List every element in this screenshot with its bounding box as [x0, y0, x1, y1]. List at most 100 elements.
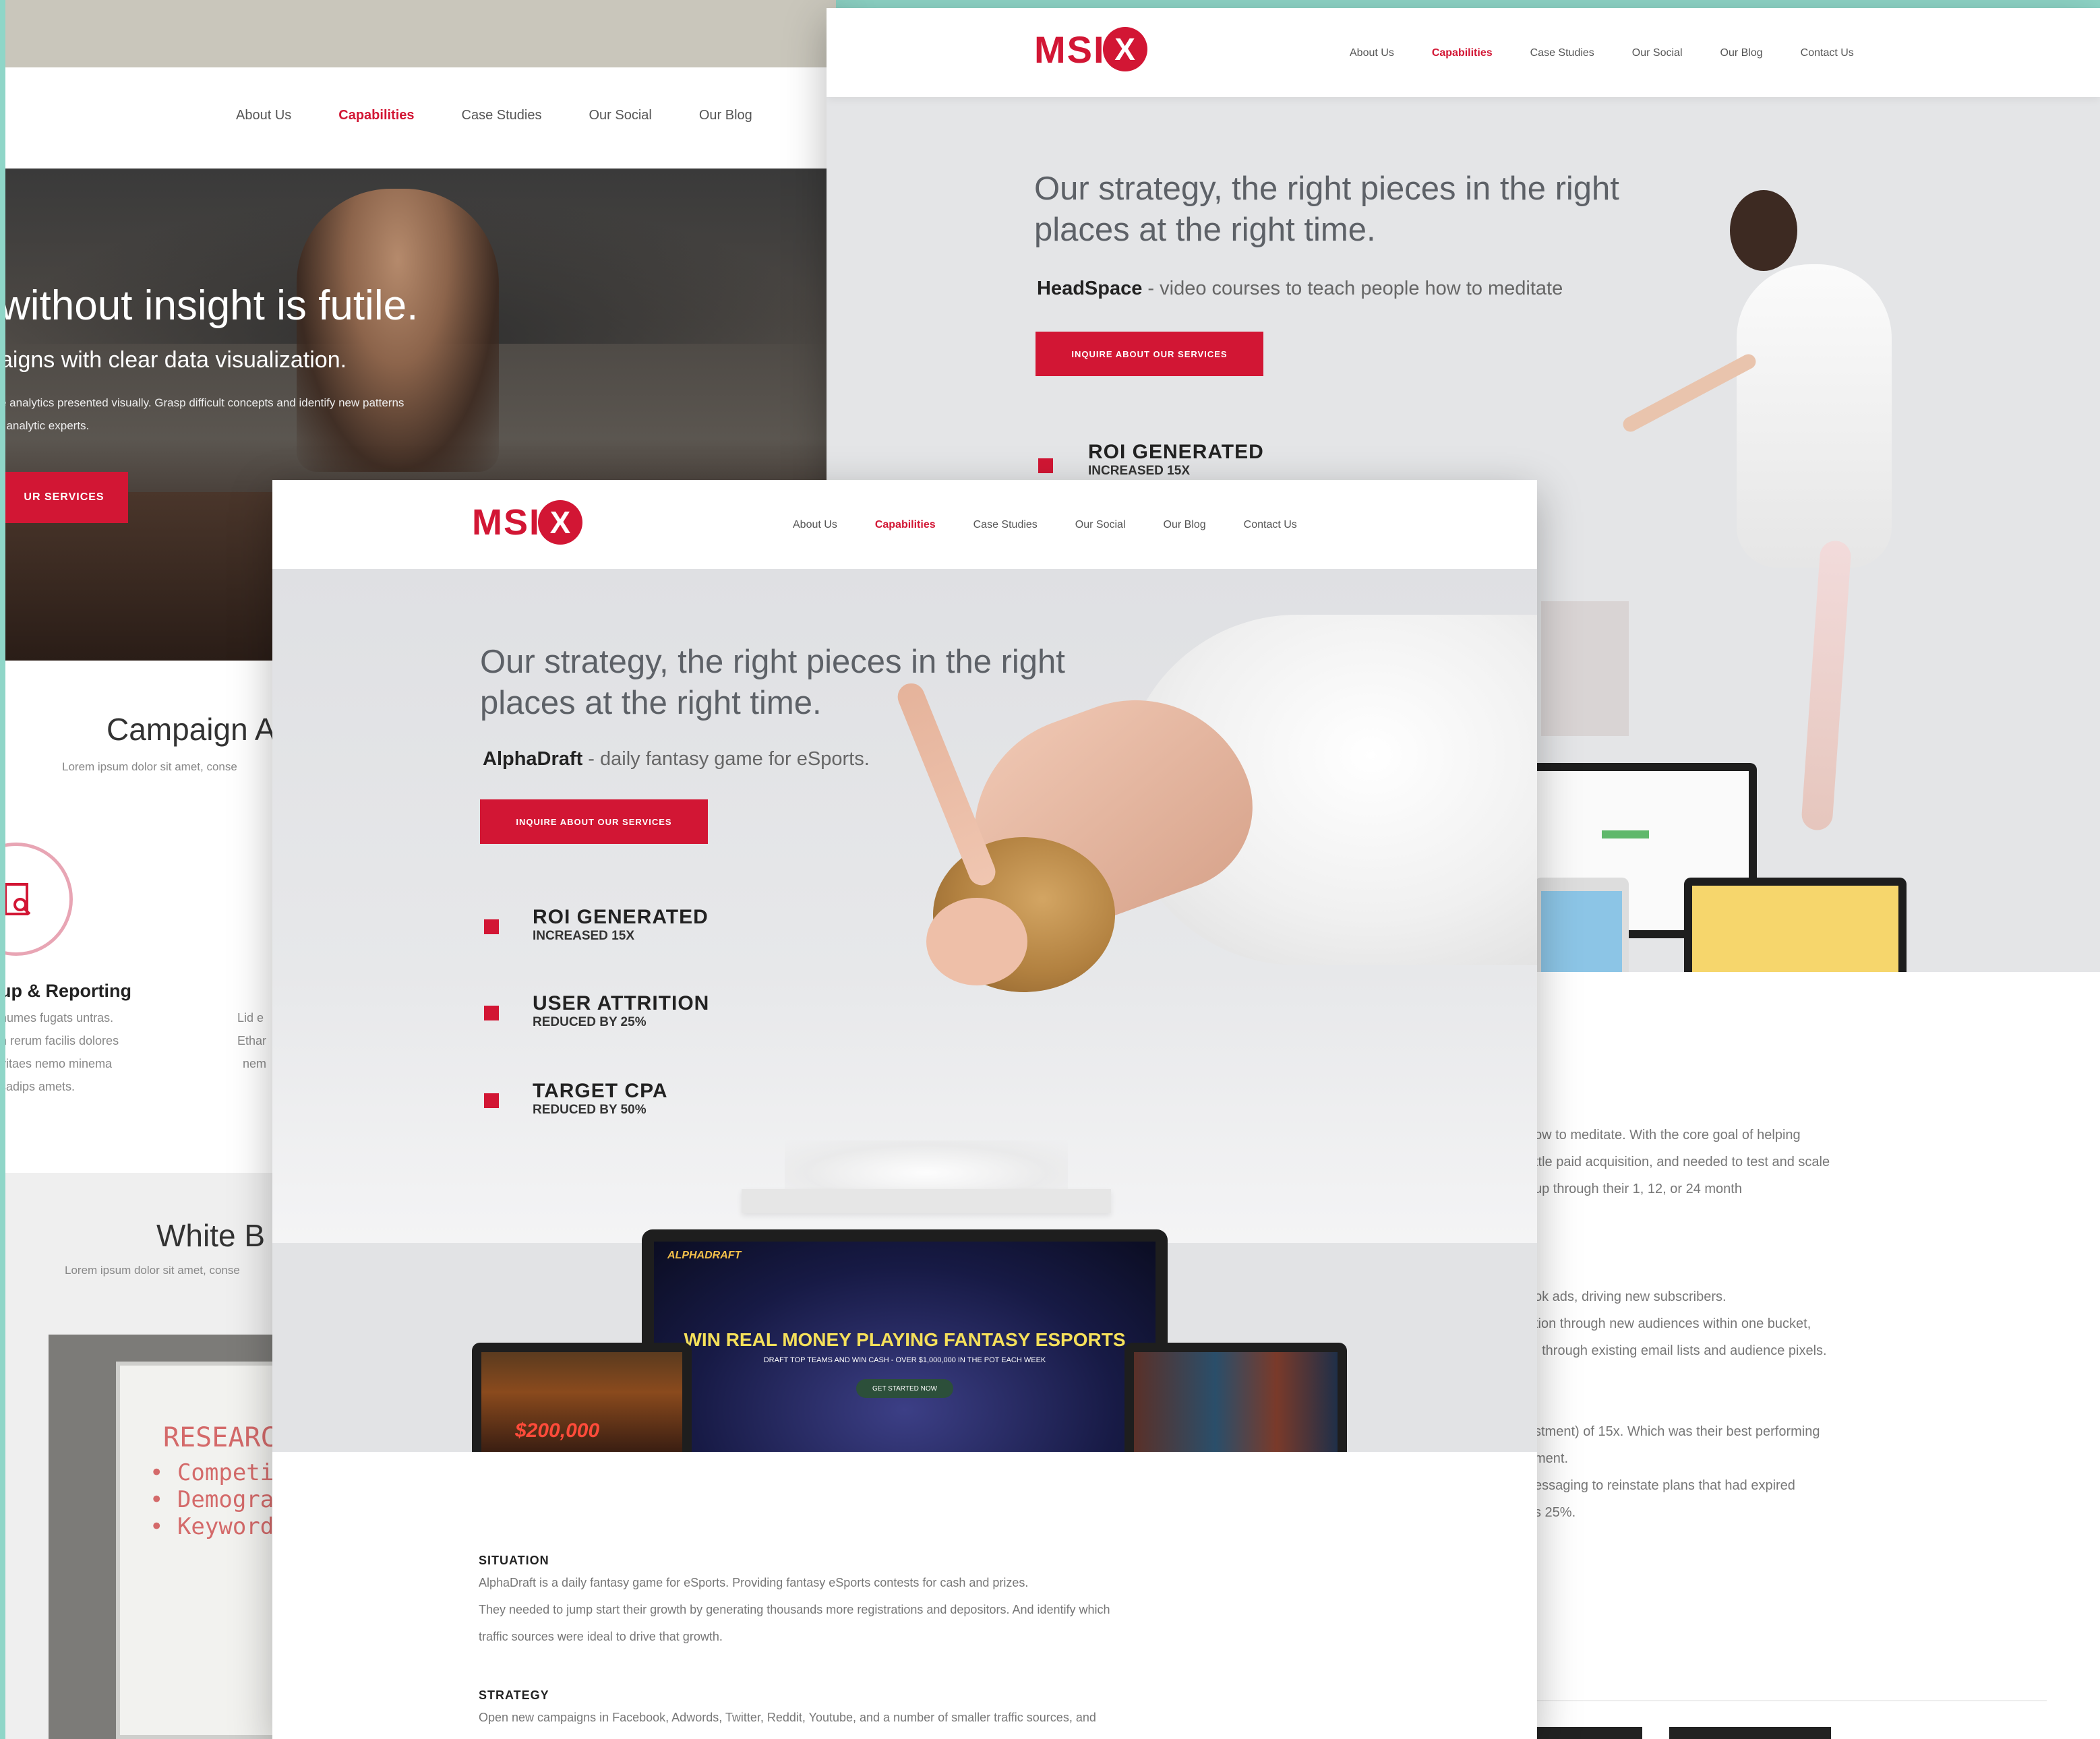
ad-situation-line-0: AlphaDraft is a daily fantasy game for e…: [479, 1576, 1029, 1589]
dancer-arm: [893, 679, 1000, 890]
ad-metric-title-1: USER ATTRITION: [533, 992, 710, 1014]
hs-metric-title: ROI GENERATED: [1088, 441, 1264, 463]
ballerina-leg: [1801, 539, 1852, 832]
metric-bullet: [484, 919, 499, 934]
nav-our-social[interactable]: Our Social: [1075, 519, 1126, 531]
left-hero-button[interactable]: UR SERVICES: [0, 472, 128, 523]
hs-text-9: s 25%.: [1534, 1505, 1576, 1520]
feature2-line-1: Ethar: [237, 1034, 267, 1047]
ad-tablet-left-screen: $200,000: [481, 1352, 682, 1452]
meditating-figure: [297, 189, 499, 472]
ad-metric-title-0: ROI GENERATED: [533, 906, 709, 928]
teal-left-edge: [0, 0, 5, 1739]
feature-line-3: sadips amets.: [0, 1080, 76, 1093]
hs-text-2: up through their 1, 12, or 24 month: [1534, 1182, 1742, 1196]
hs-text-5: , through existing email lists and audie…: [1534, 1343, 1827, 1358]
dancer-face: [926, 898, 1027, 985]
ad-nav: About Us Capabilities Case Studies Our S…: [793, 519, 1297, 531]
hs-headline: Our strategy, the right pieces in the ri…: [1034, 169, 1619, 251]
ad-situation-line-2: traffic sources were ideal to drive that…: [479, 1630, 723, 1643]
hs-subtitle: HeadSpace - video courses to teach peopl…: [1037, 278, 1563, 300]
white-board-title: White B: [156, 1218, 266, 1253]
nav-our-blog[interactable]: Our Blog: [1720, 47, 1763, 59]
hs-divider: [1534, 1700, 2047, 1701]
hs-brand: HeadSpace: [1037, 278, 1143, 299]
nav-our-social[interactable]: Our Social: [1632, 47, 1683, 59]
ad-screen-button[interactable]: GET STARTED NOW: [856, 1379, 953, 1398]
left-hero-sub: aigns with clear data visualization.: [0, 347, 347, 373]
alphadraft-mockup-page: MSI X About Us Capabilities Case Studies…: [272, 480, 1537, 1739]
ad-metric-cpa: TARGET CPA REDUCED BY 50%: [484, 1080, 668, 1118]
ad-metric-sub-0: INCREASED 15X: [533, 929, 634, 943]
hs-text-6: stment) of 15x. Which was their best per…: [1534, 1424, 1820, 1439]
ad-content-section: [272, 1452, 1537, 1739]
ad-brand: AlphaDraft: [483, 748, 583, 770]
ad-metric-roi: ROI GENERATED INCREASED 15X: [484, 906, 709, 944]
ad-tablet-left: $200,000: [472, 1343, 692, 1452]
nav-about-us[interactable]: About Us: [236, 108, 291, 123]
ad-strategy-line-0: Open new campaigns in Facebook, Adwords,…: [479, 1711, 1096, 1724]
feature-line-0: numes fugats untras.: [0, 1011, 114, 1025]
ad-logo[interactable]: MSI X: [472, 500, 583, 545]
hs-nav: About Us Capabilities Case Studies Our S…: [1350, 47, 1854, 59]
nav-case-studies[interactable]: Case Studies: [1530, 47, 1594, 59]
backbend-dancer: [744, 615, 1537, 1127]
hs-bottom-thumb-2: [1669, 1727, 1831, 1739]
nav-case-studies[interactable]: Case Studies: [973, 519, 1038, 531]
ad-metric-title-2: TARGET CPA: [533, 1080, 668, 1102]
chess-table: [742, 1189, 1111, 1213]
feature2-line-0: Lid e: [237, 1011, 264, 1025]
hs-logo-mark: X: [1102, 27, 1147, 71]
hs-logo[interactable]: MSI X: [1034, 27, 1147, 71]
nav-capabilities[interactable]: Capabilities: [875, 519, 936, 531]
white-board-lorem: Lorem ipsum dolor sit amet, conse: [65, 1264, 240, 1277]
ad-tablet-amount: $200,000: [515, 1420, 600, 1442]
left-hero-desc-1: e analytics presented visually. Grasp di…: [0, 396, 404, 409]
hs-bottom-thumb-1: [1534, 1727, 1642, 1739]
left-nav: About Us Capabilities Case Studies Our S…: [236, 108, 752, 123]
hs-laptop-green-button: [1602, 830, 1649, 838]
ad-situation-line-1: They needed to jump start their growth b…: [479, 1603, 1110, 1616]
feature2-line-2: nem: [243, 1057, 267, 1070]
nav-capabilities[interactable]: Capabilities: [1432, 47, 1493, 59]
ad-situation-heading: SITUATION: [479, 1554, 549, 1567]
feature-line-2: vitaes nemo minema: [0, 1057, 113, 1070]
nav-capabilities[interactable]: Capabilities: [338, 108, 414, 123]
left-hero-title: without insight is futile.: [0, 282, 419, 329]
chess-pieces: [785, 1140, 1068, 1194]
ad-logo-text: MSI: [472, 502, 541, 543]
nav-contact-us[interactable]: Contact Us: [1244, 519, 1297, 531]
nav-about-us[interactable]: About Us: [793, 519, 837, 531]
ad-screen-brand: ALPHADRAFT: [667, 1250, 742, 1261]
ballerina-torso: [1737, 264, 1892, 568]
nav-contact-us[interactable]: Contact Us: [1801, 47, 1854, 59]
metric-bullet: [484, 1006, 499, 1020]
ad-metric-sub-1: REDUCED BY 25%: [533, 1015, 647, 1029]
metric-bullet: [484, 1093, 499, 1108]
ad-strategy-heading: STRATEGY: [479, 1688, 549, 1702]
nav-our-blog[interactable]: Our Blog: [1164, 519, 1206, 531]
board-line-0: RESEARC: [163, 1422, 277, 1453]
hs-inquire-button[interactable]: INQUIRE ABOUT OUR SERVICES: [1036, 332, 1263, 376]
campaign-lorem: Lorem ipsum dolor sit amet, conse: [62, 760, 237, 773]
left-hero-desc-2: f analytic experts.: [0, 419, 90, 432]
ad-metric-sub-2: REDUCED BY 50%: [533, 1103, 647, 1117]
nav-our-social[interactable]: Our Social: [589, 108, 652, 123]
ad-laptop-device: ALPHADRAFT WIN REAL MONEY PLAYING FANTAS…: [642, 1229, 1168, 1452]
ad-screen-headline: WIN REAL MONEY PLAYING FANTASY ESPORTS: [684, 1329, 1126, 1350]
nav-case-studies[interactable]: Case Studies: [462, 108, 542, 123]
ad-laptop-screen: ALPHADRAFT WIN REAL MONEY PLAYING FANTAS…: [654, 1242, 1156, 1452]
nav-our-blog[interactable]: Our Blog: [699, 108, 752, 123]
nav-about-us[interactable]: About Us: [1350, 47, 1394, 59]
feature-line-1: n rerum facilis dolores: [0, 1034, 119, 1047]
hs-brand-desc: - video courses to teach people how to m…: [1142, 278, 1563, 299]
campaign-title: Campaign A: [107, 712, 276, 747]
hs-metric-roi: ROI GENERATED INCREASED 15X: [1038, 441, 1264, 479]
ad-inquire-button[interactable]: INQUIRE ABOUT OUR SERVICES: [480, 799, 708, 844]
hs-logo-text: MSI: [1034, 28, 1106, 71]
top-band: [0, 0, 836, 67]
ad-tablet-right-screen: [1134, 1352, 1338, 1452]
hs-metric-sub: INCREASED 15X: [1088, 464, 1190, 478]
pedestal: [1541, 601, 1629, 736]
ad-logo-mark: X: [538, 500, 583, 545]
